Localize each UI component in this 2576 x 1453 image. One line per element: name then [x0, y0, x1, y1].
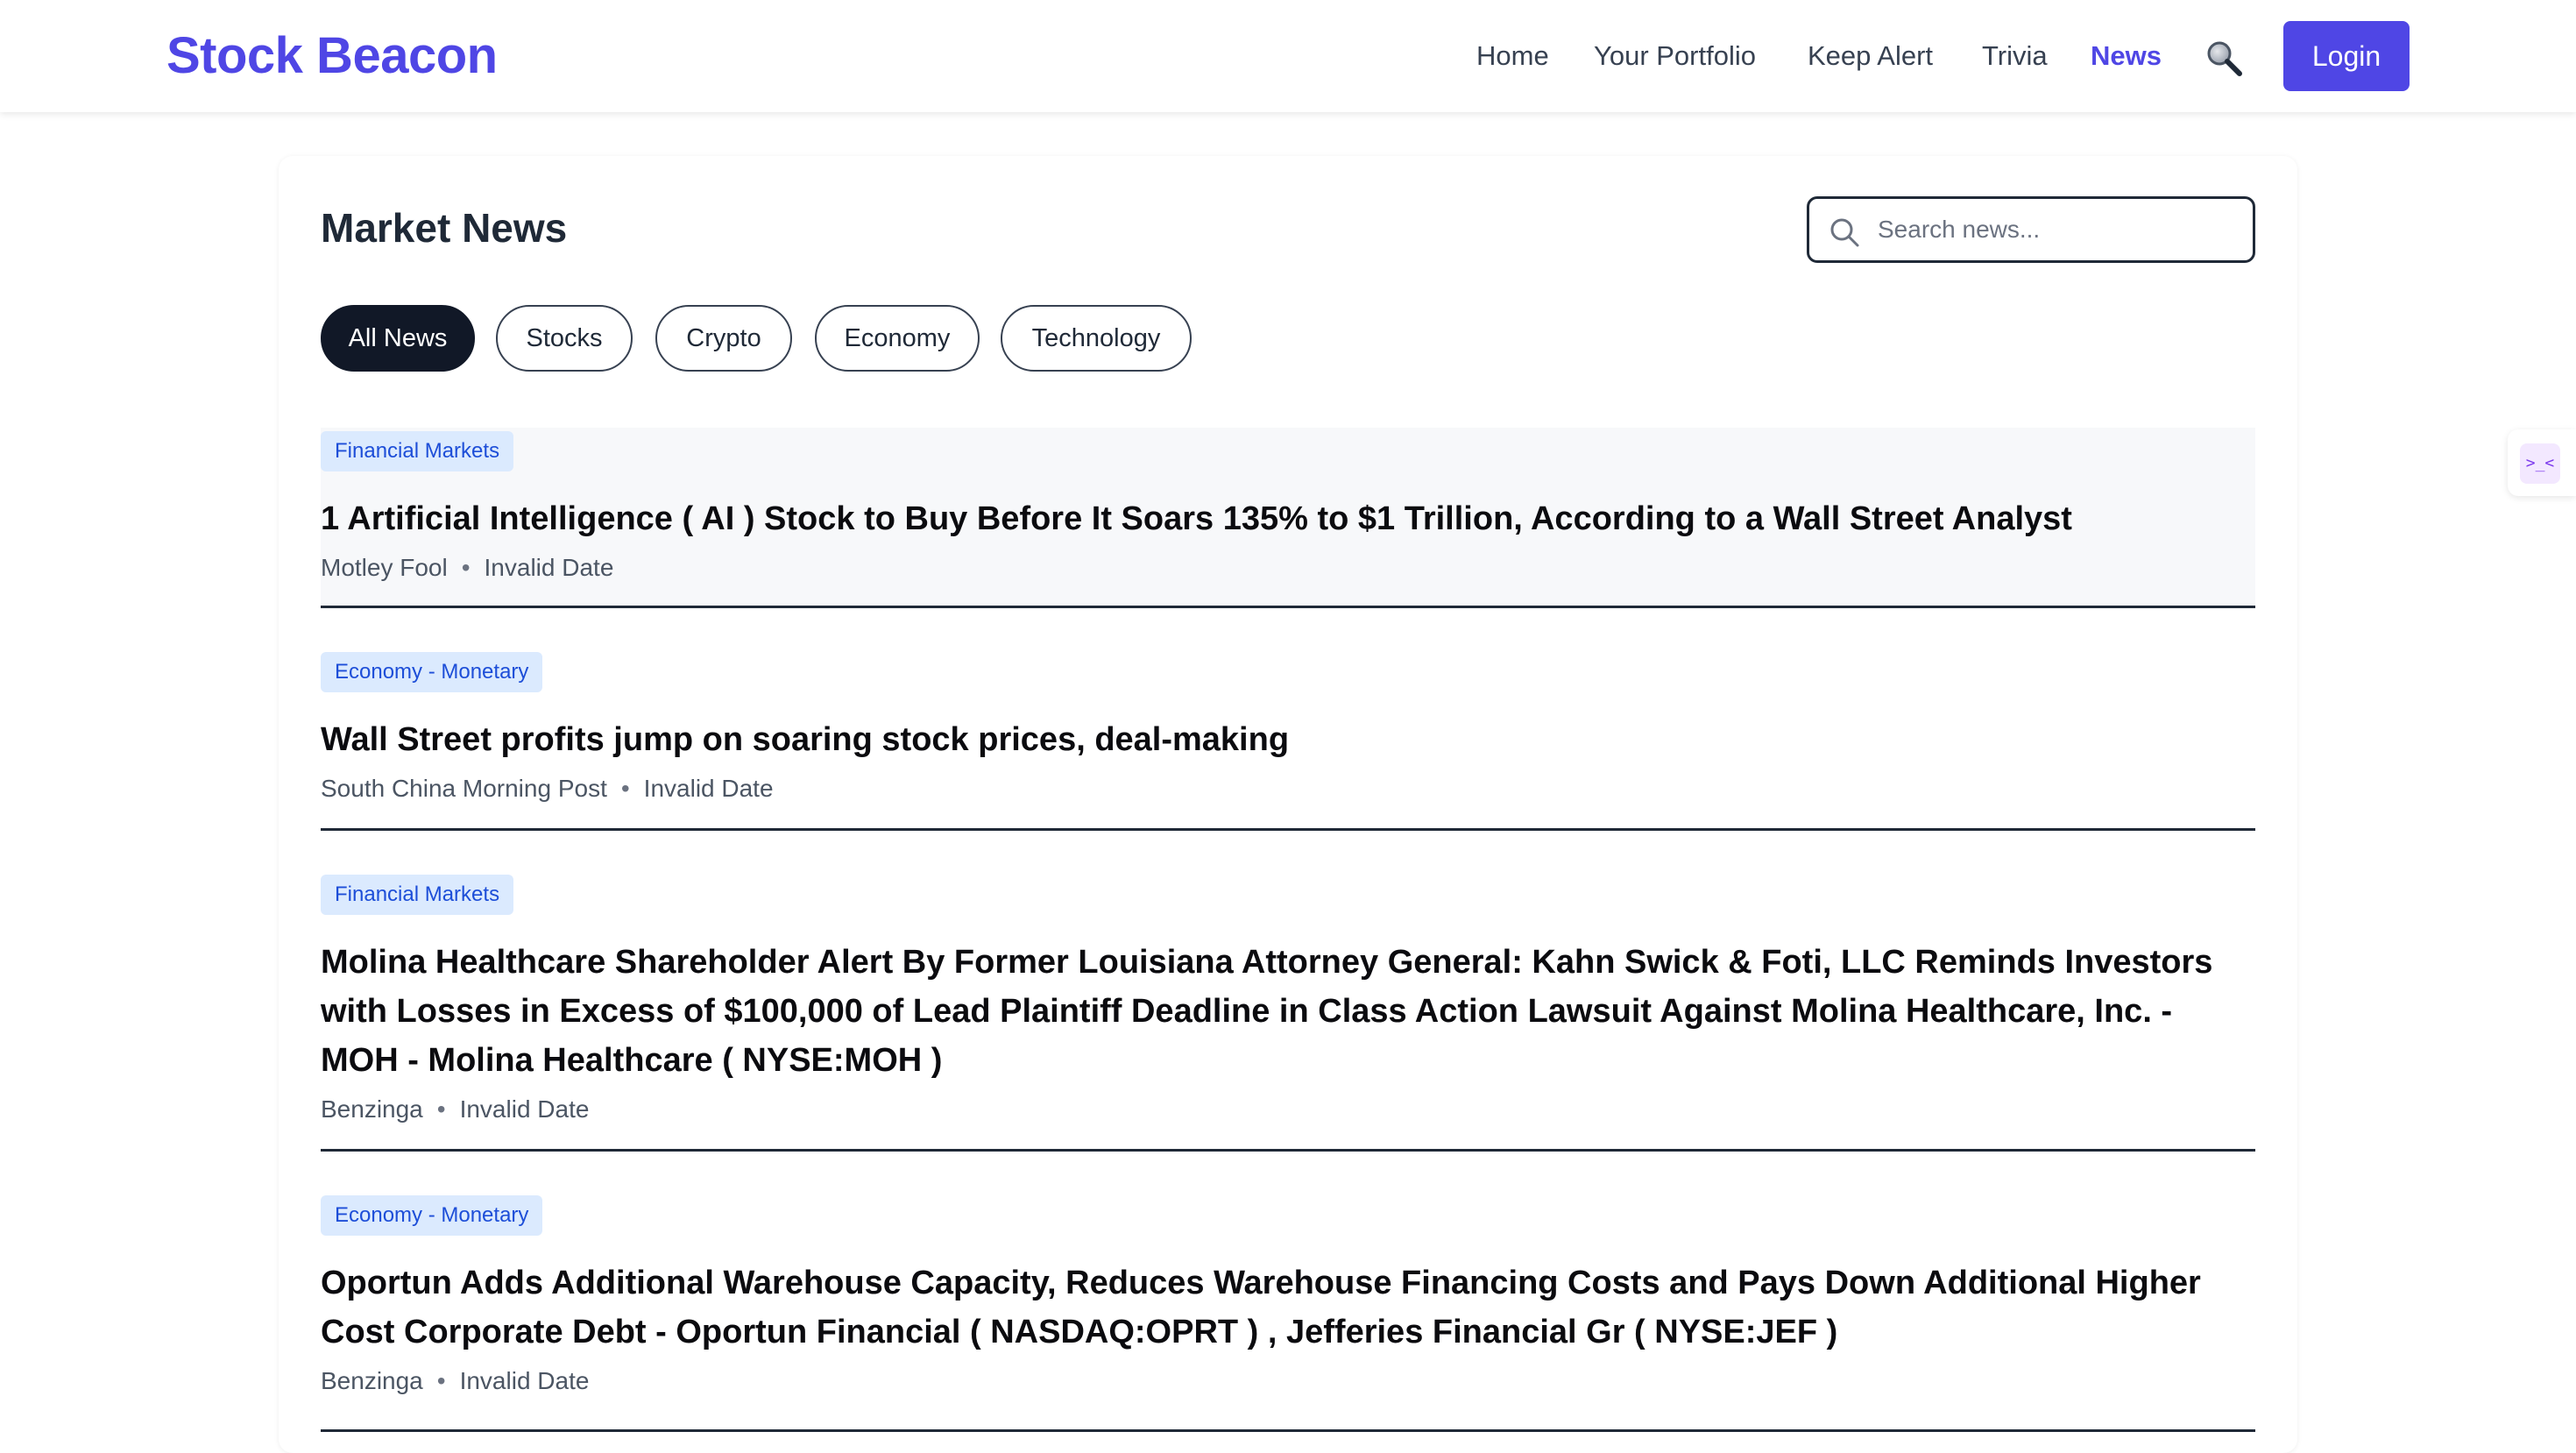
nav-keep-alert[interactable]: Keep Alert: [1808, 37, 1933, 75]
news-item[interactable]: Economy - Monetary Oportun Adds Addition…: [321, 1152, 2255, 1432]
news-headline[interactable]: Wall Street profits jump on soaring stoc…: [321, 715, 2255, 764]
search-icon: [1830, 218, 1859, 247]
news-item[interactable]: Financial Markets 1 Artificial Intellige…: [321, 428, 2255, 608]
news-meta: Benzinga • Invalid Date: [321, 1092, 589, 1127]
nav-home[interactable]: Home: [1476, 37, 1549, 75]
meta-separator: •: [436, 1095, 446, 1123]
meta-separator: •: [461, 554, 471, 581]
terminal-face-icon: >_<: [2520, 443, 2560, 484]
news-date: Invalid Date: [459, 1367, 590, 1394]
page-title: Market News: [321, 205, 568, 251]
news-source: South China Morning Post: [321, 775, 607, 802]
top-navbar: Stock Beacon Home Your Portfolio Keep Al…: [0, 0, 2576, 112]
filter-technology[interactable]: Technology: [1001, 305, 1192, 372]
filter-economy[interactable]: Economy: [815, 305, 980, 372]
news-meta: Benzinga • Invalid Date: [321, 1364, 589, 1399]
news-item[interactable]: Economy - Monetary Wall Street profits j…: [321, 608, 2255, 831]
brand-logo[interactable]: Stock Beacon: [166, 25, 498, 88]
filter-all-news[interactable]: All News: [321, 305, 475, 372]
news-date: Invalid Date: [459, 1095, 590, 1123]
filter-stocks[interactable]: Stocks: [496, 305, 633, 372]
category-tag: Financial Markets: [321, 431, 514, 471]
category-tag: Economy - Monetary: [321, 652, 543, 692]
category-tag: Financial Markets: [321, 875, 514, 915]
news-date: Invalid Date: [643, 775, 774, 802]
news-card: Market News All News Stocks Crypto Econo…: [279, 156, 2297, 1453]
news-item[interactable]: Financial Markets Molina Healthcare Shar…: [321, 831, 2255, 1152]
news-headline[interactable]: Molina Healthcare Shareholder Alert By F…: [321, 938, 2255, 1085]
meta-separator: •: [436, 1367, 446, 1394]
search-input[interactable]: [1878, 208, 2237, 252]
news-headline[interactable]: 1 Artificial Intelligence ( AI ) Stock t…: [321, 494, 2255, 543]
nav-news[interactable]: News: [2091, 37, 2162, 75]
news-date: Invalid Date: [484, 554, 614, 581]
search-icon[interactable]: [2204, 39, 2243, 77]
news-source: Motley Fool: [321, 554, 448, 581]
meta-separator: •: [620, 775, 630, 802]
news-source: Benzinga: [321, 1095, 423, 1123]
category-tag: Economy - Monetary: [321, 1195, 543, 1236]
news-meta: Motley Fool • Invalid Date: [321, 550, 613, 585]
nav-trivia[interactable]: Trivia: [1982, 37, 2048, 75]
login-button[interactable]: Login: [2283, 21, 2410, 91]
side-widget-button[interactable]: >_<: [2508, 429, 2576, 496]
news-meta: South China Morning Post • Invalid Date: [321, 771, 774, 806]
nav-your-portfolio[interactable]: Your Portfolio: [1594, 37, 1756, 75]
filter-crypto[interactable]: Crypto: [655, 305, 792, 372]
news-source: Benzinga: [321, 1367, 423, 1394]
news-headline[interactable]: Oportun Adds Additional Warehouse Capaci…: [321, 1258, 2255, 1357]
news-search-box[interactable]: [1807, 196, 2255, 263]
